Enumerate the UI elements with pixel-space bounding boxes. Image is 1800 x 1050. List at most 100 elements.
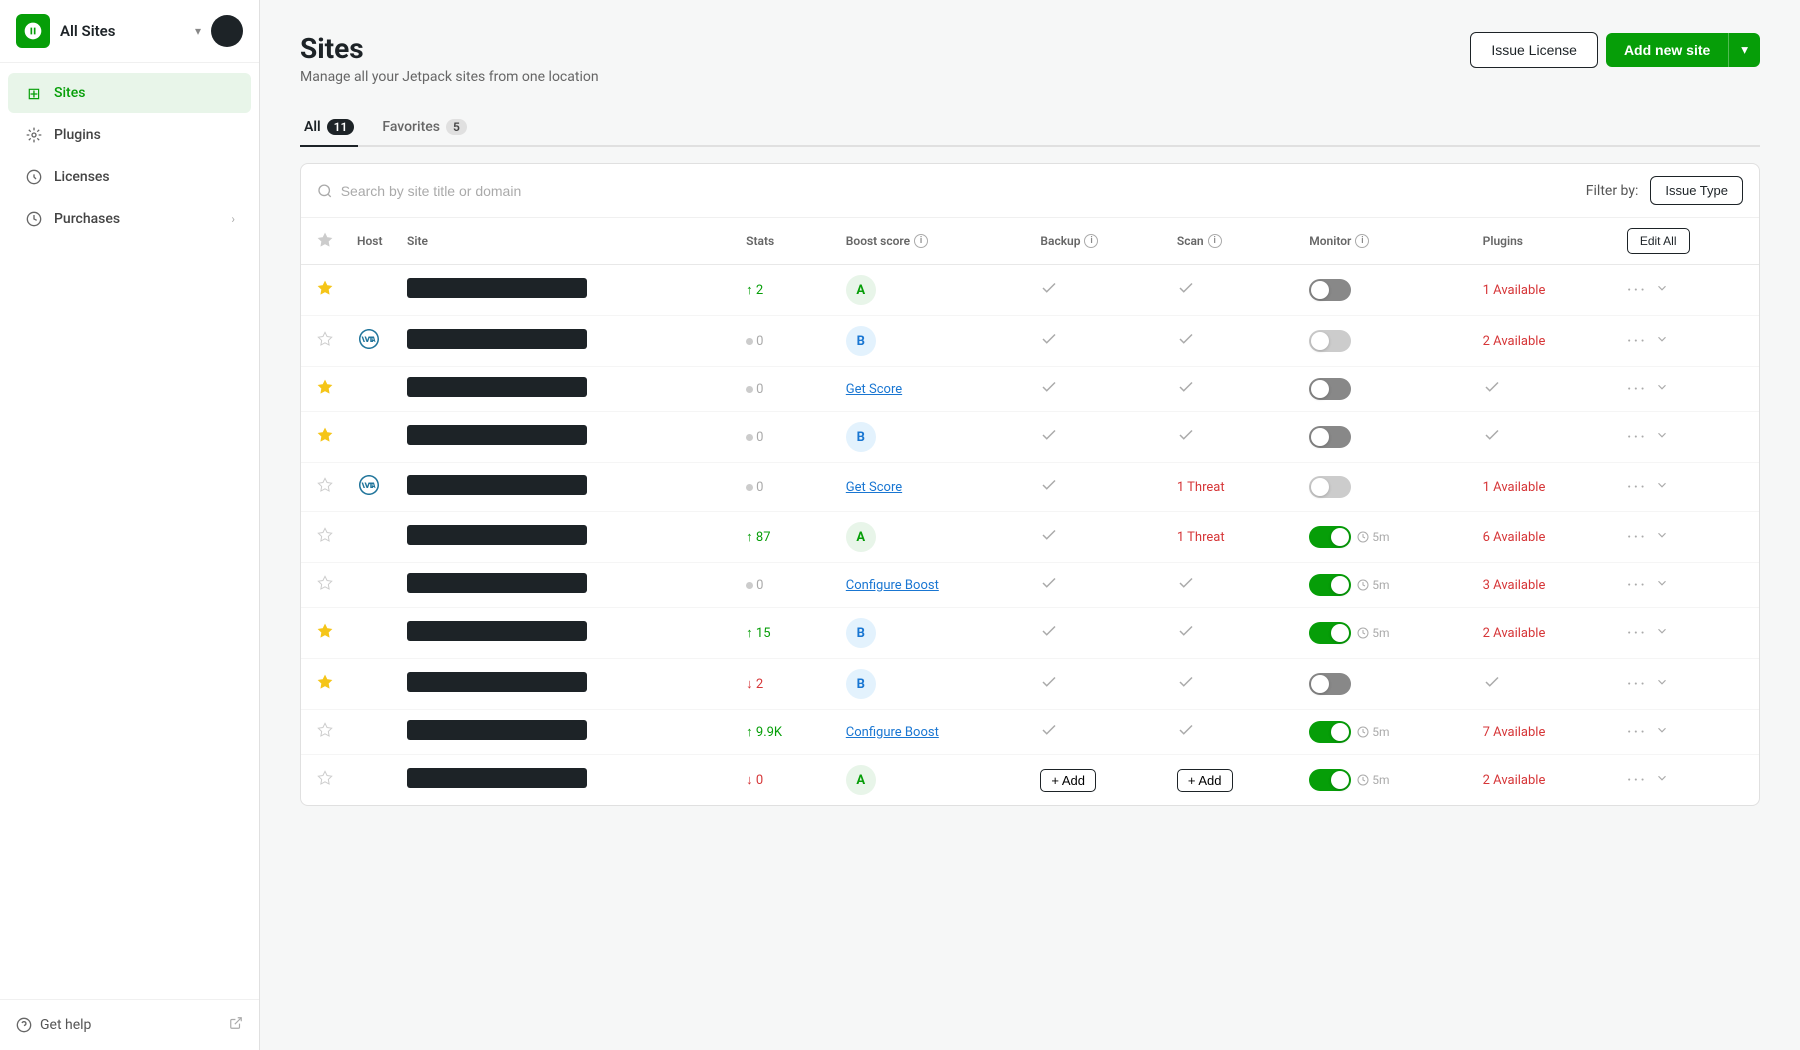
monitor-toggle[interactable] (1309, 526, 1351, 548)
cell-star[interactable] (301, 512, 345, 563)
plugins-available-link[interactable]: 7 Available (1483, 725, 1546, 740)
cell-star[interactable] (301, 563, 345, 608)
monitor-toggle[interactable] (1309, 476, 1351, 498)
scan-threat-link[interactable]: 1 Threat (1177, 480, 1225, 495)
cell-site[interactable] (395, 316, 734, 367)
cell-star[interactable] (301, 316, 345, 367)
monitor-toggle[interactable] (1309, 426, 1351, 448)
site-name-bar[interactable] (407, 425, 587, 445)
plugins-available-link[interactable]: 3 Available (1483, 578, 1546, 593)
site-name-bar[interactable] (407, 720, 587, 740)
more-options-button[interactable]: ··· (1627, 379, 1647, 400)
monitor-toggle[interactable] (1309, 769, 1351, 791)
expand-row-button[interactable] (1655, 624, 1669, 642)
cell-plugins[interactable] (1471, 367, 1615, 412)
boost-info-icon[interactable]: i (914, 234, 928, 248)
cell-monitor[interactable]: 5m (1297, 608, 1470, 659)
cell-boost[interactable]: A (834, 755, 1029, 806)
cell-site[interactable] (395, 755, 734, 806)
expand-row-button[interactable] (1655, 332, 1669, 350)
cell-monitor[interactable] (1297, 367, 1470, 412)
cell-star[interactable] (301, 755, 345, 806)
expand-row-button[interactable] (1655, 771, 1669, 789)
sidebar-item-purchases[interactable]: Purchases › (8, 199, 251, 239)
cell-plugins[interactable] (1471, 412, 1615, 463)
expand-row-button[interactable] (1655, 428, 1669, 446)
boost-link[interactable]: Configure Boost (846, 725, 939, 740)
more-options-button[interactable]: ··· (1627, 623, 1647, 644)
expand-row-button[interactable] (1655, 723, 1669, 741)
all-sites-chevron-icon[interactable]: ▾ (195, 24, 201, 38)
cell-plugins[interactable]: 2 Available (1471, 755, 1615, 806)
monitor-toggle[interactable] (1309, 378, 1351, 400)
more-options-button[interactable]: ··· (1627, 575, 1647, 596)
more-options-button[interactable]: ··· (1627, 722, 1647, 743)
cell-monitor[interactable] (1297, 659, 1470, 710)
cell-plugins[interactable] (1471, 659, 1615, 710)
plugins-available-link[interactable]: 6 Available (1483, 530, 1546, 545)
get-help-button[interactable]: Get help (16, 1017, 91, 1033)
monitor-toggle[interactable] (1309, 330, 1351, 352)
more-options-button[interactable]: ··· (1627, 770, 1647, 791)
plugins-available-link[interactable]: 1 Available (1483, 283, 1546, 298)
boost-link[interactable]: Get Score (846, 480, 902, 495)
tab-all[interactable]: All 11 (300, 109, 358, 147)
cell-star[interactable] (301, 710, 345, 755)
monitor-toggle[interactable] (1309, 622, 1351, 644)
monitor-toggle[interactable] (1309, 721, 1351, 743)
cell-monitor[interactable] (1297, 265, 1470, 316)
cell-boost[interactable]: A (834, 265, 1029, 316)
scan-info-icon[interactable]: i (1208, 234, 1222, 248)
external-link-icon[interactable] (229, 1016, 243, 1034)
cell-site[interactable] (395, 463, 734, 512)
cell-plugins[interactable]: 3 Available (1471, 563, 1615, 608)
sidebar-item-sites[interactable]: ⊞ Sites (8, 73, 251, 113)
plugins-available-link[interactable]: 2 Available (1483, 773, 1546, 788)
sidebar-item-licenses[interactable]: Licenses (8, 157, 251, 197)
monitor-toggle[interactable] (1309, 574, 1351, 596)
cell-monitor[interactable]: 5m (1297, 512, 1470, 563)
cell-star[interactable] (301, 659, 345, 710)
more-options-button[interactable]: ··· (1627, 477, 1647, 498)
cell-star[interactable] (301, 367, 345, 412)
site-name-bar[interactable] (407, 672, 587, 692)
cell-boost[interactable]: Configure Boost (834, 710, 1029, 755)
cell-plugins[interactable]: 1 Available (1471, 463, 1615, 512)
cell-star[interactable] (301, 265, 345, 316)
cell-plugins[interactable]: 7 Available (1471, 710, 1615, 755)
cell-site[interactable] (395, 608, 734, 659)
site-name-bar[interactable] (407, 377, 587, 397)
boost-link[interactable]: Get Score (846, 382, 902, 397)
monitor-toggle[interactable] (1309, 673, 1351, 695)
more-options-button[interactable]: ··· (1627, 280, 1647, 301)
cell-monitor[interactable] (1297, 316, 1470, 367)
search-input[interactable] (341, 183, 1574, 199)
plugins-available-link[interactable]: 1 Available (1483, 480, 1546, 495)
cell-star[interactable] (301, 463, 345, 512)
boost-link[interactable]: Configure Boost (846, 578, 939, 593)
cell-monitor[interactable] (1297, 412, 1470, 463)
expand-row-button[interactable] (1655, 528, 1669, 546)
cell-star[interactable] (301, 608, 345, 659)
monitor-info-icon[interactable]: i (1355, 234, 1369, 248)
cell-site[interactable] (395, 563, 734, 608)
expand-row-button[interactable] (1655, 281, 1669, 299)
cell-boost[interactable]: A (834, 512, 1029, 563)
site-name-bar[interactable] (407, 525, 587, 545)
scan-threat-link[interactable]: 1 Threat (1177, 530, 1225, 545)
cell-site[interactable] (395, 367, 734, 412)
edit-all-button[interactable]: Edit All (1627, 228, 1690, 254)
cell-boost[interactable]: B (834, 608, 1029, 659)
more-options-button[interactable]: ··· (1627, 527, 1647, 548)
site-name-bar[interactable] (407, 278, 587, 298)
issue-license-button[interactable]: Issue License (1470, 32, 1598, 68)
cell-boost[interactable]: Get Score (834, 463, 1029, 512)
cell-site[interactable] (395, 512, 734, 563)
plugins-available-link[interactable]: 2 Available (1483, 626, 1546, 641)
more-options-button[interactable]: ··· (1627, 331, 1647, 352)
cell-boost[interactable]: Configure Boost (834, 563, 1029, 608)
cell-boost[interactable]: Get Score (834, 367, 1029, 412)
cell-monitor[interactable]: 5m (1297, 710, 1470, 755)
site-name-bar[interactable] (407, 621, 587, 641)
plugins-available-link[interactable]: 2 Available (1483, 334, 1546, 349)
